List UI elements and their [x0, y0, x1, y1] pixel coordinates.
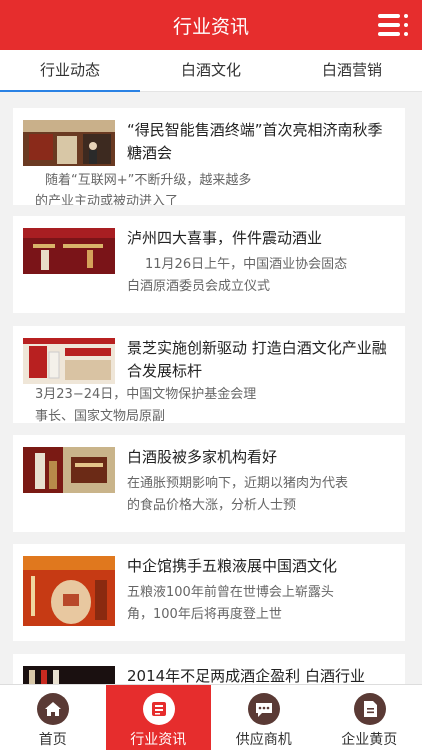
article-summary: 事长、国家文物局原副 [35, 409, 166, 423]
article-card[interactable]: 泸州四大喜事，件件震动酒业 11月26日上午，中国酒业协会固态 白酒原酒委员会成… [13, 216, 405, 313]
article-thumbnail [23, 666, 115, 684]
nav-label: 企业黄页 [341, 732, 398, 748]
article-summary: 角，100年后将再度登上世 [127, 607, 282, 622]
article-thumbnail [23, 447, 115, 493]
article-summary: 白酒原酒委员会成立仪式 [127, 279, 271, 294]
bottom-navigation: 首页 行业资讯 供应商机 企业黄页 [0, 684, 422, 750]
news-icon [142, 693, 175, 725]
article-card[interactable]: 白酒股被多家机构看好 在通胀预期影响下，近期以猪肉为代表 的食品价格大涨，分析人… [13, 435, 405, 532]
article-title: 景芝实施创新驱动 打造白酒文化产业融合发展标杆 [127, 339, 387, 380]
article-title: 2014年不足两成酒企盈利 白酒行业 [127, 667, 365, 684]
article-title: 白酒股被多家机构看好 [127, 448, 278, 466]
article-summary: 3月23−24日，中国文物保护基金会理 [35, 387, 257, 402]
category-tabs: 行业动态 白酒文化 白酒营销 [0, 50, 422, 92]
article-summary: 在通胀预期影响下，近期以猪肉为代表 [127, 476, 349, 491]
article-thumbnail [23, 338, 115, 384]
nav-label: 供应商机 [235, 732, 292, 748]
article-thumbnail [23, 228, 115, 274]
nav-enterprise-directory[interactable]: 企业黄页 [317, 685, 422, 750]
tab-baijiu-culture[interactable]: 白酒文化 [141, 50, 281, 92]
article-title: “得民智能售酒终端”首次亮相济南秋季糖酒会 [127, 121, 383, 162]
home-icon [37, 693, 69, 725]
menu-icon[interactable] [378, 14, 408, 36]
app-header: 行业资讯 [0, 0, 422, 50]
article-summary: 的产业主动或被动进入了 [35, 194, 179, 205]
nav-label: 行业资讯 [130, 732, 187, 748]
document-icon [353, 693, 386, 725]
nav-industry-news[interactable]: 行业资讯 [105, 685, 211, 750]
article-summary: 随着“互联网+”不断升级，越来越多 [45, 173, 252, 188]
article-thumbnail [23, 120, 115, 166]
tab-industry-news[interactable]: 行业动态 [0, 50, 140, 92]
nav-label: 首页 [38, 732, 67, 748]
article-title: 泸州四大喜事，件件震动酒业 [127, 229, 323, 247]
article-summary: 五粮液100年前曾在世博会上崭露头 [127, 585, 334, 600]
chat-icon [248, 693, 280, 725]
article-thumbnail [23, 556, 115, 626]
page-title: 行业资讯 [172, 16, 249, 38]
article-title: 中企馆携手五粮液展中国酒文化 [127, 557, 338, 575]
article-card[interactable]: 2014年不足两成酒企盈利 白酒行业 [13, 654, 405, 684]
article-list: “得民智能售酒终端”首次亮相济南秋季糖酒会 随着“互联网+”不断升级，越来越多 … [0, 92, 422, 684]
article-card[interactable]: “得民智能售酒终端”首次亮相济南秋季糖酒会 随着“互联网+”不断升级，越来越多 … [13, 108, 405, 205]
tab-baijiu-marketing[interactable]: 白酒营销 [282, 50, 422, 92]
article-summary: 11月26日上午，中国酒业协会固态 [145, 257, 348, 272]
article-summary: 的食品价格大涨，分析人士预 [127, 498, 297, 513]
nav-home[interactable]: 首页 [0, 685, 106, 750]
nav-supply-opportunities[interactable]: 供应商机 [211, 685, 317, 750]
article-card[interactable]: 中企馆携手五粮液展中国酒文化 五粮液100年前曾在世博会上崭露头 角，100年后… [13, 544, 405, 641]
article-card[interactable]: 景芝实施创新驱动 打造白酒文化产业融合发展标杆 3月23−24日，中国文物保护基… [13, 326, 405, 423]
